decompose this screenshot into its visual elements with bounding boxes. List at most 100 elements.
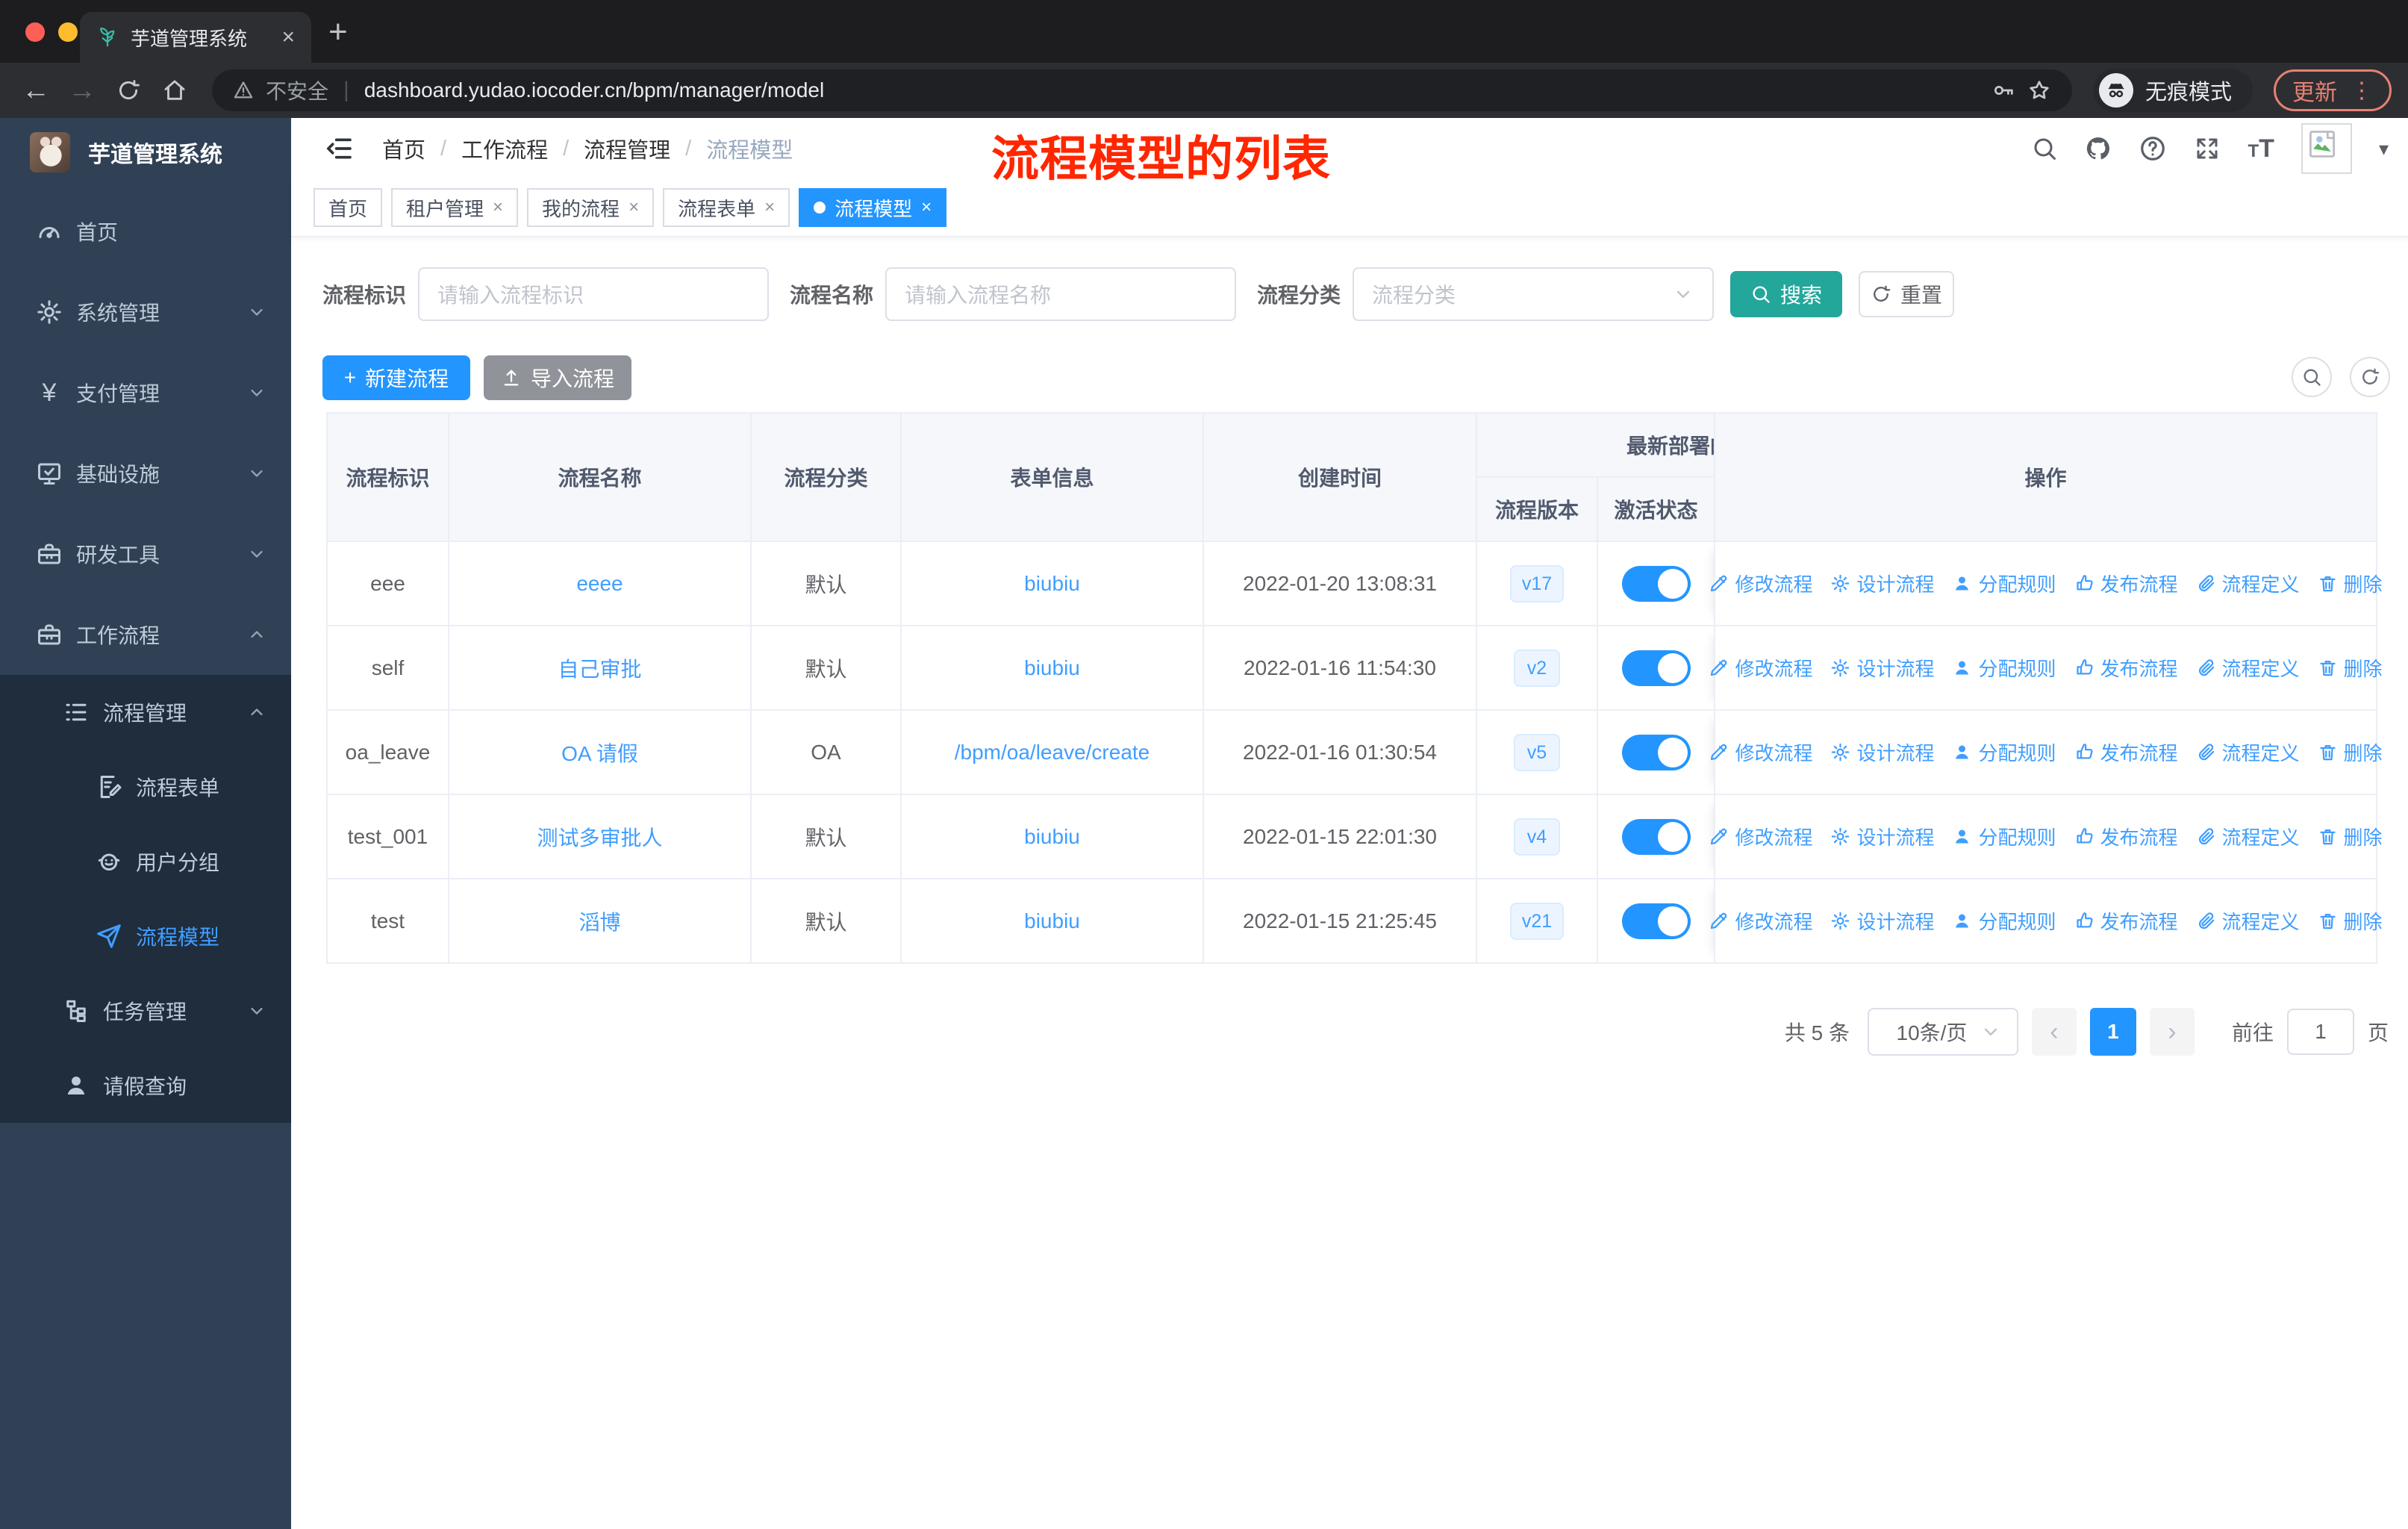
form-info-link[interactable]: biubiu xyxy=(1024,572,1080,595)
tag-process-form[interactable]: 流程表单 × xyxy=(663,188,790,227)
avatar-caret-icon[interactable]: ▾ xyxy=(2379,137,2389,161)
tag-tenant[interactable]: 租户管理 × xyxy=(391,188,519,227)
modify-process-link[interactable]: 修改流程 xyxy=(1709,654,1812,682)
sidebar-item-process-model[interactable]: 流程模型 xyxy=(0,899,291,974)
active-state-toggle[interactable] xyxy=(1621,903,1691,939)
delete-link[interactable]: 删除 xyxy=(2318,738,2383,766)
reload-button[interactable] xyxy=(116,78,141,103)
active-state-toggle[interactable] xyxy=(1621,734,1691,770)
active-state-toggle[interactable] xyxy=(1621,650,1691,686)
tag-close-icon[interactable]: × xyxy=(493,197,503,218)
tag-process-model-active[interactable]: 流程模型 × xyxy=(799,188,947,227)
sidebar-item-infrastructure[interactable]: 基础设施 xyxy=(0,433,291,514)
tag-close-icon[interactable]: × xyxy=(921,197,932,218)
chrome-update-button[interactable]: 更新 ⋮ xyxy=(2274,69,2392,111)
sidebar-item-user-group[interactable]: 用户分组 xyxy=(0,824,291,899)
modify-process-link[interactable]: 修改流程 xyxy=(1709,907,1812,935)
browser-menu-dots-icon[interactable]: ⋮ xyxy=(2351,78,2373,104)
tab-close-icon[interactable]: × xyxy=(281,25,295,50)
process-name-link[interactable]: eeee xyxy=(576,572,623,595)
back-button[interactable]: ← xyxy=(16,75,55,107)
version-tag[interactable]: v2 xyxy=(1514,649,1560,687)
active-state-toggle[interactable] xyxy=(1621,565,1691,602)
version-tag[interactable]: v4 xyxy=(1514,818,1560,856)
design-process-link[interactable]: 设计流程 xyxy=(1830,907,1934,935)
publish-process-link[interactable]: 发布流程 xyxy=(2074,654,2178,682)
breadcrumb-home[interactable]: 首页 xyxy=(382,133,425,164)
process-name-input[interactable]: 请输入流程名称 xyxy=(885,267,1237,321)
assign-rule-link[interactable]: 分配规则 xyxy=(1952,823,2056,850)
delete-link[interactable]: 删除 xyxy=(2318,570,2383,597)
design-process-link[interactable]: 设计流程 xyxy=(1830,823,1934,850)
password-key-icon[interactable] xyxy=(1991,78,2015,102)
design-process-link[interactable]: 设计流程 xyxy=(1830,570,1934,597)
tag-home[interactable]: 首页 xyxy=(314,188,383,227)
assign-rule-link[interactable]: 分配规则 xyxy=(1952,907,2056,935)
publish-process-link[interactable]: 发布流程 xyxy=(2074,907,2178,935)
goto-page-input[interactable]: 1 xyxy=(2286,1009,2354,1055)
active-state-toggle[interactable] xyxy=(1621,818,1691,855)
browser-tab[interactable]: 芋道管理系统 × xyxy=(80,12,311,63)
prev-page-button[interactable]: ‹ xyxy=(2031,1008,2077,1056)
modify-process-link[interactable]: 修改流程 xyxy=(1709,738,1812,766)
next-page-button[interactable]: › xyxy=(2149,1008,2195,1056)
current-page-button[interactable]: 1 xyxy=(2089,1008,2136,1056)
search-icon[interactable] xyxy=(2031,135,2058,162)
process-name-link[interactable]: 测试多审批人 xyxy=(537,826,662,850)
sidebar-item-process-form[interactable]: 流程表单 xyxy=(0,750,291,824)
sidebar-collapse-icon[interactable] xyxy=(324,134,354,164)
process-name-link[interactable]: 自己审批 xyxy=(558,658,641,681)
sidebar-item-devtools[interactable]: 研发工具 xyxy=(0,514,291,594)
form-info-link[interactable]: biubiu xyxy=(1024,656,1080,679)
new-tab-button[interactable]: + xyxy=(328,13,348,51)
search-button[interactable]: 搜索 xyxy=(1730,271,1843,317)
process-definition-link[interactable]: 流程定义 xyxy=(2196,823,2300,850)
forward-button[interactable]: → xyxy=(63,75,102,107)
sidebar-item-process-management[interactable]: 流程管理 xyxy=(0,675,291,750)
page-size-select[interactable]: 10条/页 xyxy=(1867,1008,2018,1056)
publish-process-link[interactable]: 发布流程 xyxy=(2074,570,2178,597)
sidebar-item-home[interactable]: 首页 xyxy=(0,191,291,272)
refresh-table-button[interactable] xyxy=(2350,357,2390,397)
sidebar-item-workflow[interactable]: 工作流程 xyxy=(0,594,291,675)
assign-rule-link[interactable]: 分配规则 xyxy=(1952,738,2056,766)
delete-link[interactable]: 删除 xyxy=(2318,654,2383,682)
help-icon[interactable] xyxy=(2139,134,2167,163)
process-definition-link[interactable]: 流程定义 xyxy=(2196,738,2300,766)
breadcrumb-process-management[interactable]: 流程管理 xyxy=(584,133,670,164)
publish-process-link[interactable]: 发布流程 xyxy=(2074,823,2178,850)
breadcrumb-workflow[interactable]: 工作流程 xyxy=(461,133,548,164)
process-definition-link[interactable]: 流程定义 xyxy=(2196,570,2300,597)
version-tag[interactable]: v21 xyxy=(1509,902,1565,940)
process-name-link[interactable]: OA 请假 xyxy=(561,742,638,765)
version-tag[interactable]: v17 xyxy=(1509,564,1565,602)
delete-link[interactable]: 删除 xyxy=(2318,907,2383,935)
sidebar-item-system[interactable]: 系统管理 xyxy=(0,272,291,352)
publish-process-link[interactable]: 发布流程 xyxy=(2074,738,2178,766)
sidebar-item-payment[interactable]: ¥ 支付管理 xyxy=(0,352,291,433)
import-process-button[interactable]: 导入流程 xyxy=(484,355,631,400)
tag-close-icon[interactable]: × xyxy=(628,197,639,218)
modify-process-link[interactable]: 修改流程 xyxy=(1709,570,1812,597)
form-info-link[interactable]: biubiu xyxy=(1024,825,1080,848)
version-tag[interactable]: v5 xyxy=(1514,733,1560,771)
process-id-input[interactable]: 请输入流程标识 xyxy=(418,267,770,321)
design-process-link[interactable]: 设计流程 xyxy=(1830,654,1934,682)
fullscreen-icon[interactable] xyxy=(2194,135,2221,162)
sidebar-item-task-management[interactable]: 任务管理 xyxy=(0,974,291,1048)
github-icon[interactable] xyxy=(2085,135,2112,162)
tag-close-icon[interactable]: × xyxy=(764,197,775,218)
address-bar[interactable]: 不安全 | dashboard.yudao.iocoder.cn/bpm/man… xyxy=(212,69,2072,111)
tag-my-process[interactable]: 我的流程 × xyxy=(527,188,655,227)
bookmark-star-icon[interactable] xyxy=(2027,78,2051,102)
design-process-link[interactable]: 设计流程 xyxy=(1830,738,1934,766)
process-definition-link[interactable]: 流程定义 xyxy=(2196,907,2300,935)
create-process-button[interactable]: + 新建流程 xyxy=(322,355,470,400)
category-select[interactable]: 流程分类 xyxy=(1353,267,1715,321)
assign-rule-link[interactable]: 分配规则 xyxy=(1952,654,2056,682)
reset-button[interactable]: 重置 xyxy=(1859,271,1955,317)
font-size-icon[interactable]: TT xyxy=(2248,134,2274,164)
form-info-link[interactable]: /bpm/oa/leave/create xyxy=(955,741,1150,764)
delete-link[interactable]: 删除 xyxy=(2318,823,2383,850)
show-search-button[interactable] xyxy=(2292,357,2332,397)
